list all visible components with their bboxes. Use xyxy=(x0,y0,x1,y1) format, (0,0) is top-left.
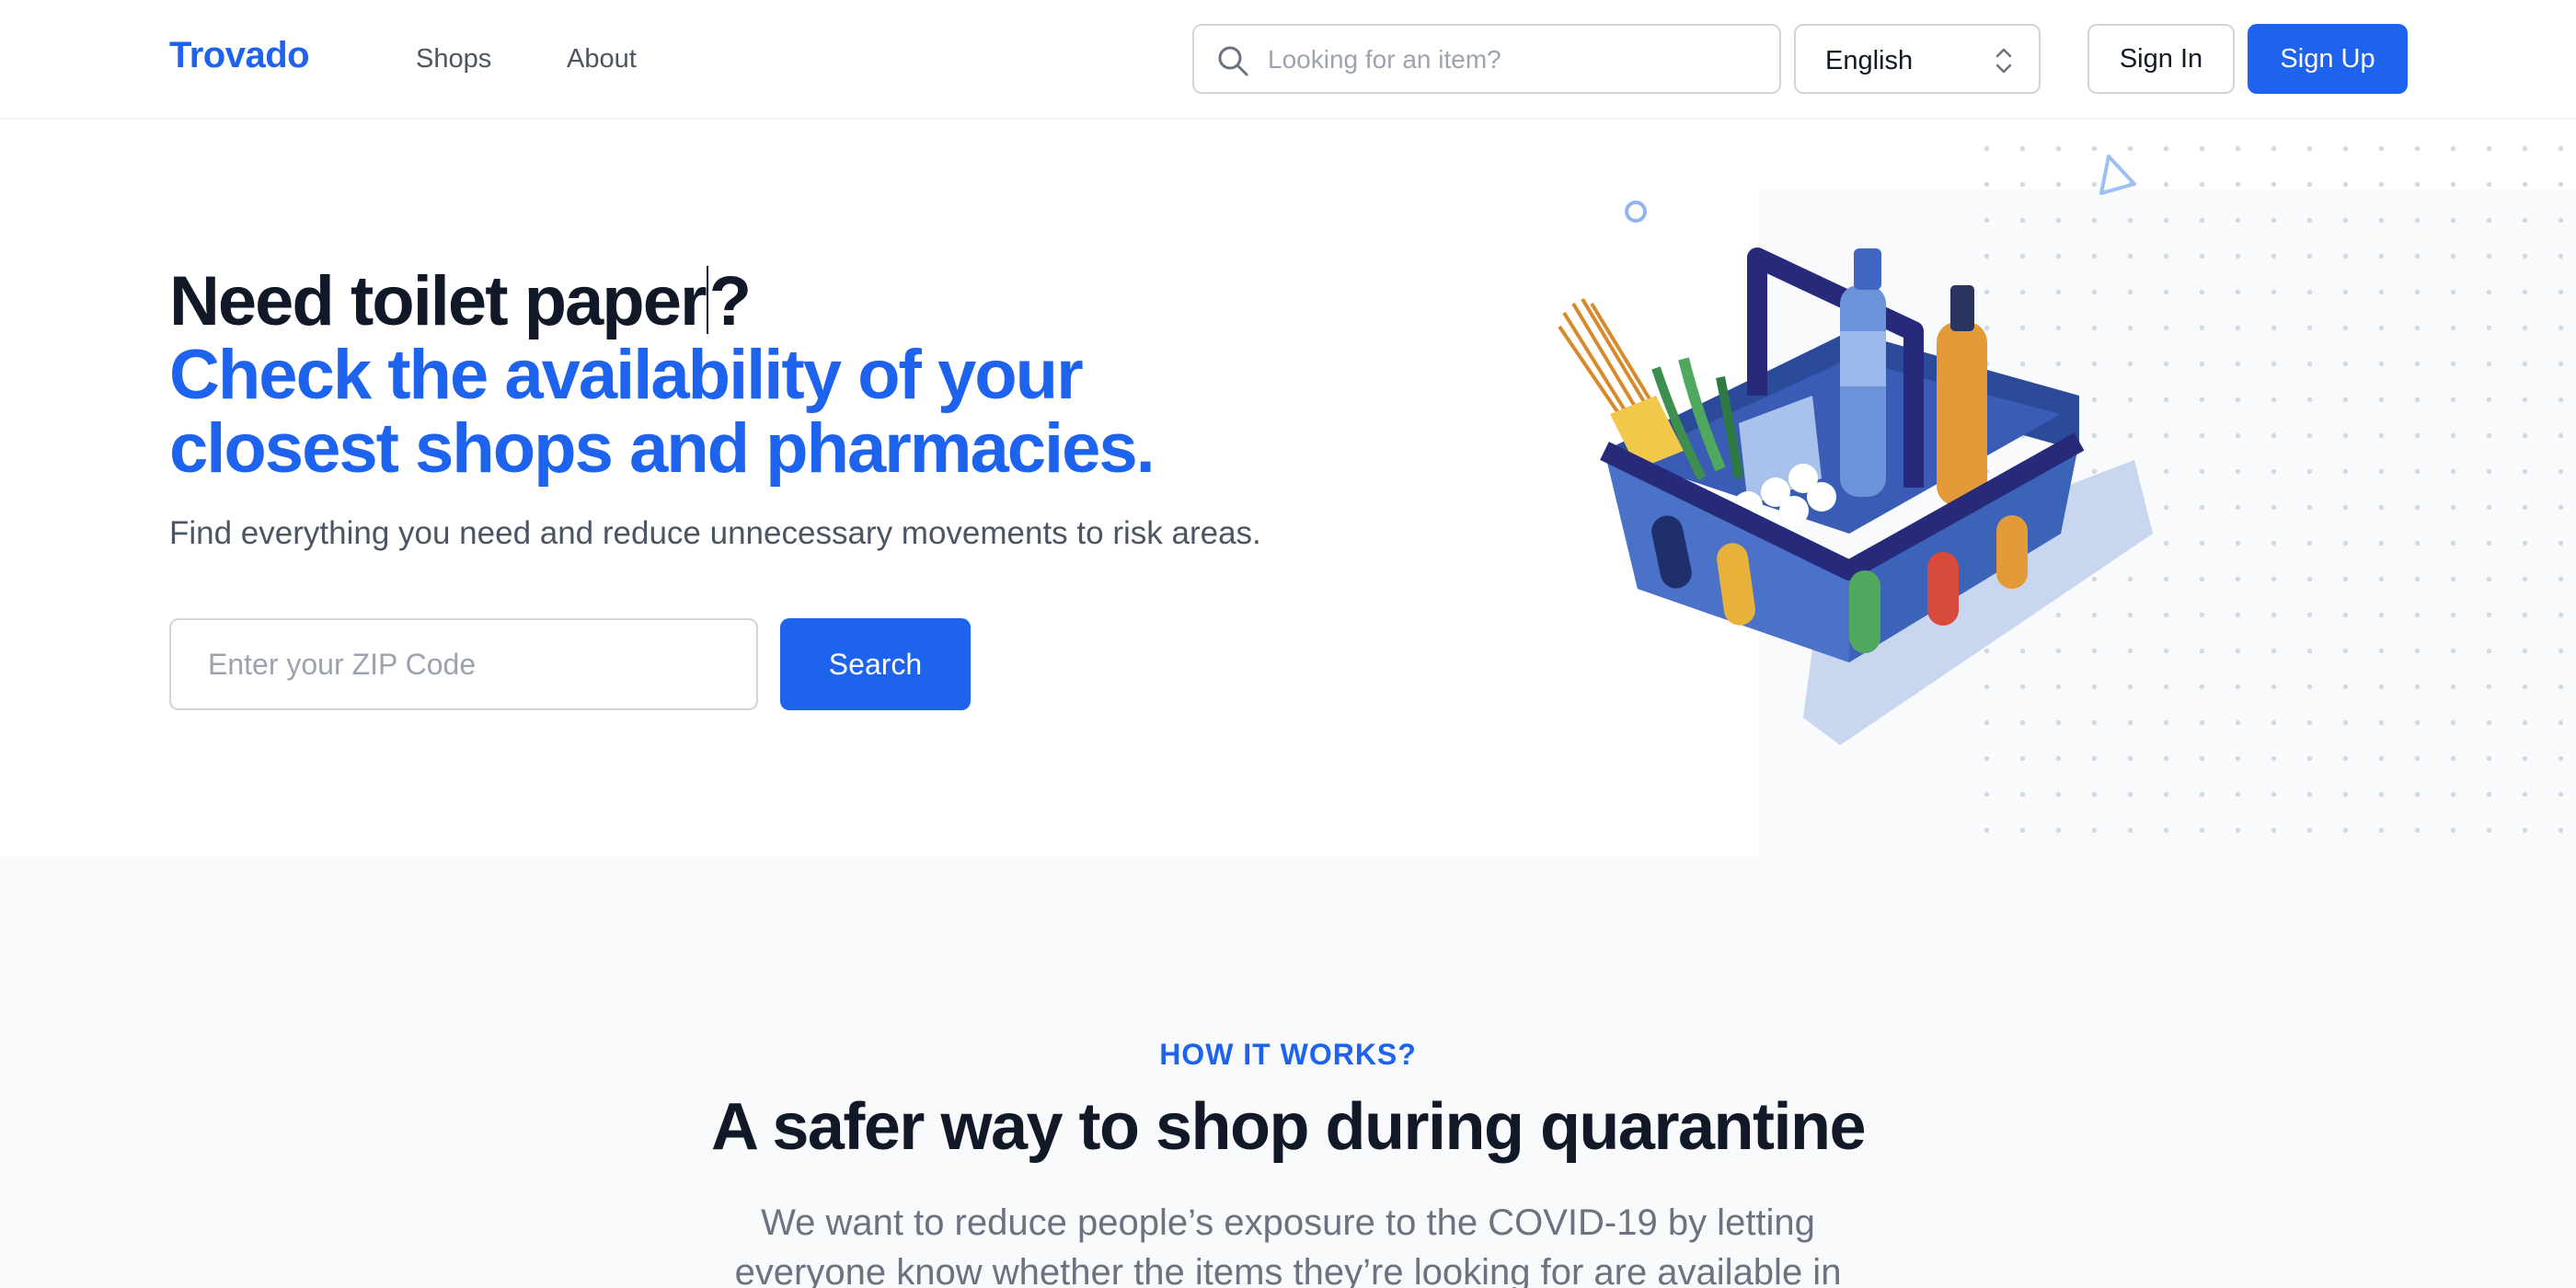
select-chevron-icon xyxy=(1993,44,2015,77)
language-select[interactable]: English xyxy=(1794,24,2041,94)
logo[interactable]: Trovado xyxy=(169,35,310,76)
hero-title-line-3: closest shops and pharmacies. xyxy=(169,409,1156,488)
how-it-works-title: A safer way to shop during quarantine xyxy=(711,1090,1867,1164)
hero-title-line-1: Need toilet paper? xyxy=(169,262,752,340)
how-it-works-eyebrow: HOW IT WORKS? xyxy=(1159,1038,1417,1071)
nav-link-shops[interactable]: Shops xyxy=(416,44,491,75)
zip-code-input[interactable] xyxy=(169,618,758,710)
sign-up-button[interactable]: Sign Up xyxy=(2248,24,2408,94)
hero-subtitle: Find everything you need and reduce unne… xyxy=(169,515,1261,551)
how-it-works-description: We want to reduce people’s exposure to t… xyxy=(734,1202,1842,1288)
language-select-value: English xyxy=(1825,46,1914,75)
shopping-basket-illustration xyxy=(1558,155,2153,745)
sign-in-button[interactable]: Sign In xyxy=(2087,24,2235,94)
hero-title-line-2: Check the availability of your xyxy=(169,336,1084,414)
how-it-works-section: HOW IT WORKS? A safer way to shop during… xyxy=(0,857,2576,1288)
item-search-box xyxy=(1192,24,1781,94)
item-search-input[interactable] xyxy=(1268,35,1765,85)
text-caret xyxy=(706,266,708,334)
nav-link-about[interactable]: About xyxy=(567,44,637,75)
site-header: Trovado Shops About English Sign In Sign… xyxy=(0,0,2576,120)
zip-search-button[interactable]: Search xyxy=(780,618,971,710)
hero-title: Need toilet paper? Check the availabilit… xyxy=(169,265,1457,486)
search-icon xyxy=(1216,44,1249,77)
